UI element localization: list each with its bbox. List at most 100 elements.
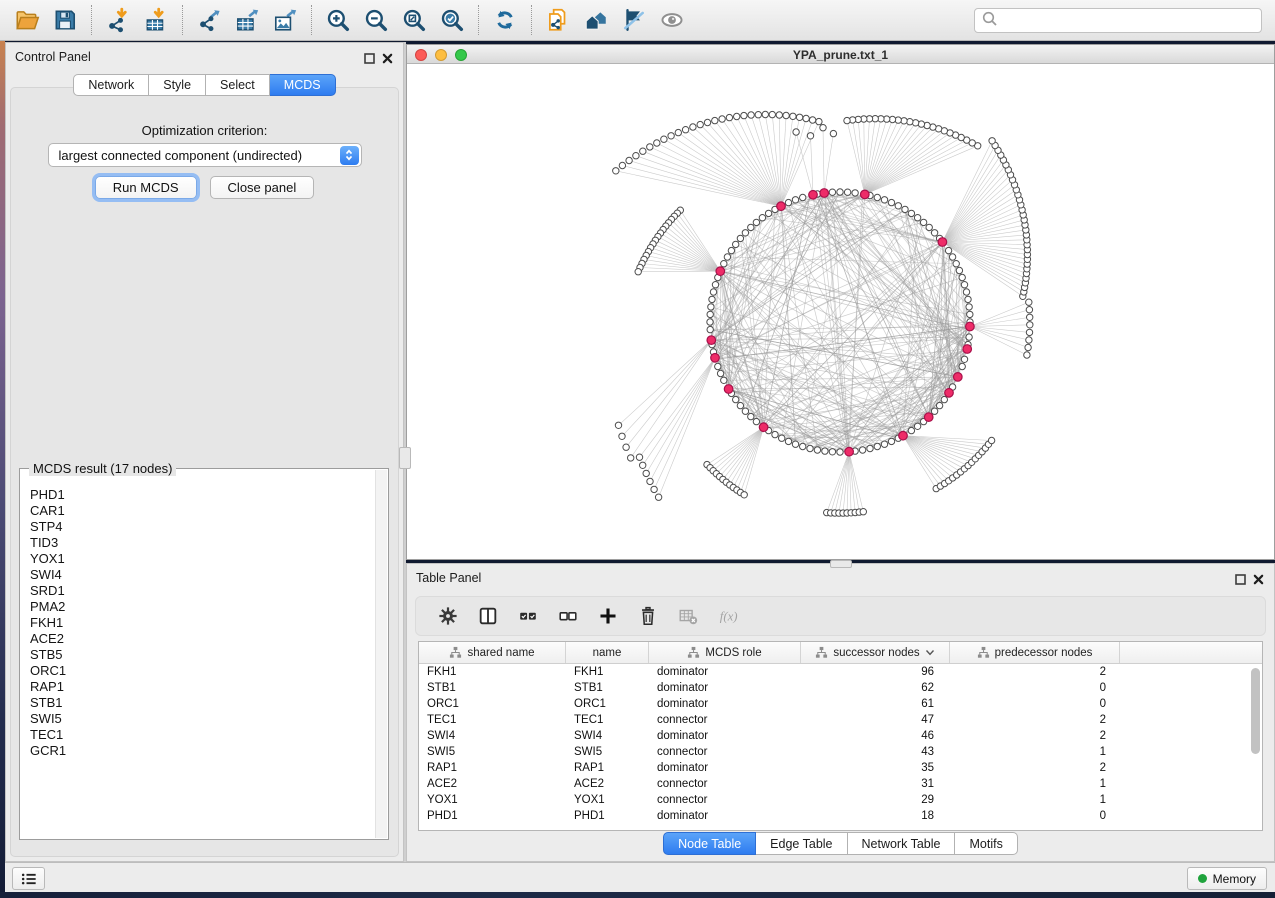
- settings-button[interactable]: [436, 604, 460, 628]
- network-node[interactable]: [1025, 344, 1031, 350]
- table-row[interactable]: ACE2ACE2connector311: [419, 776, 1262, 792]
- network-hub-node[interactable]: [759, 423, 768, 432]
- network-node[interactable]: [721, 261, 727, 267]
- column-header-shared-name[interactable]: shared name: [419, 642, 566, 663]
- network-hub-node[interactable]: [707, 336, 716, 345]
- network-node[interactable]: [785, 199, 791, 205]
- save-session-button[interactable]: [46, 3, 84, 37]
- export-network-button[interactable]: [190, 3, 228, 37]
- mcds-result-item[interactable]: TEC1: [30, 727, 372, 743]
- zoom-out-button[interactable]: [357, 3, 395, 37]
- network-node[interactable]: [619, 162, 625, 168]
- network-node[interactable]: [949, 254, 955, 260]
- network-node[interactable]: [655, 494, 661, 500]
- network-node[interactable]: [956, 267, 962, 273]
- network-node[interactable]: [895, 203, 901, 209]
- network-node[interactable]: [707, 311, 713, 317]
- network-node[interactable]: [1026, 337, 1032, 343]
- table-cell[interactable]: STB1: [419, 680, 566, 696]
- column-header-successor-nodes[interactable]: successor nodes: [801, 642, 950, 663]
- network-node[interactable]: [753, 219, 759, 225]
- network-node[interactable]: [707, 319, 713, 325]
- network-node[interactable]: [765, 210, 771, 216]
- mcds-result-item[interactable]: GCR1: [30, 743, 372, 759]
- mcds-result-item[interactable]: SRD1: [30, 583, 372, 599]
- network-node[interactable]: [800, 443, 806, 449]
- close-panel-icon[interactable]: [1253, 572, 1264, 590]
- network-node[interactable]: [628, 455, 634, 461]
- mcds-result-item[interactable]: YOX1: [30, 551, 372, 567]
- network-node[interactable]: [762, 111, 768, 117]
- table-cell[interactable]: connector: [649, 744, 801, 760]
- table-cell[interactable]: PHD1: [419, 808, 566, 824]
- network-node[interactable]: [941, 396, 947, 402]
- network-hub-node[interactable]: [899, 431, 908, 440]
- mcds-result-item[interactable]: TID3: [30, 535, 372, 551]
- table-cell[interactable]: 61: [801, 696, 950, 712]
- network-node[interactable]: [908, 210, 914, 216]
- network-node[interactable]: [741, 492, 747, 498]
- network-node[interactable]: [759, 215, 765, 221]
- network-node[interactable]: [926, 224, 932, 230]
- table-cell[interactable]: dominator: [649, 728, 801, 744]
- network-node[interactable]: [707, 326, 713, 332]
- mcds-result-item[interactable]: RAP1: [30, 679, 372, 695]
- network-node[interactable]: [914, 215, 920, 221]
- network-node[interactable]: [613, 168, 619, 174]
- network-node[interactable]: [908, 427, 914, 433]
- network-node[interactable]: [860, 509, 866, 515]
- network-node[interactable]: [715, 363, 721, 369]
- network-node[interactable]: [748, 112, 754, 118]
- network-hub-node[interactable]: [777, 202, 786, 211]
- table-cell[interactable]: ACE2: [566, 776, 649, 792]
- network-node[interactable]: [822, 448, 828, 454]
- network-hub-node[interactable]: [716, 267, 725, 276]
- network-node[interactable]: [844, 189, 850, 195]
- network-node[interactable]: [1027, 322, 1033, 328]
- table-row[interactable]: FKH1FKH1dominator962: [419, 664, 1262, 680]
- network-node[interactable]: [816, 118, 822, 124]
- network-node[interactable]: [636, 454, 642, 460]
- close-panel-icon[interactable]: [382, 51, 393, 69]
- table-row[interactable]: RAP1RAP1dominator352: [419, 760, 1262, 776]
- network-node[interactable]: [1026, 329, 1032, 335]
- table-cell[interactable]: SWI5: [419, 744, 566, 760]
- table-cell[interactable]: 0: [950, 680, 1120, 696]
- network-hub-node[interactable]: [938, 238, 947, 247]
- network-node[interactable]: [945, 247, 951, 253]
- table-cell[interactable]: dominator: [649, 696, 801, 712]
- network-node[interactable]: [989, 138, 995, 144]
- network-node[interactable]: [796, 114, 802, 120]
- network-node[interactable]: [626, 157, 632, 163]
- network-node[interactable]: [881, 441, 887, 447]
- tab-node-table[interactable]: Node Table: [663, 832, 756, 855]
- network-node[interactable]: [623, 444, 629, 450]
- table-row[interactable]: STB1STB1dominator620: [419, 680, 1262, 696]
- table-cell[interactable]: 35: [801, 760, 950, 776]
- network-node[interactable]: [920, 219, 926, 225]
- network-node[interactable]: [776, 112, 782, 118]
- network-node[interactable]: [748, 413, 754, 419]
- network-node[interactable]: [741, 112, 747, 118]
- update-view-button[interactable]: [486, 3, 524, 37]
- network-node[interactable]: [829, 449, 835, 455]
- network-node[interactable]: [721, 377, 727, 383]
- network-node[interactable]: [615, 422, 621, 428]
- network-node[interactable]: [640, 462, 646, 468]
- network-node[interactable]: [728, 247, 734, 253]
- network-node[interactable]: [661, 136, 667, 142]
- network-node[interactable]: [717, 370, 723, 376]
- delete-button[interactable]: [636, 604, 660, 628]
- network-node[interactable]: [988, 437, 994, 443]
- network-node[interactable]: [704, 119, 710, 125]
- network-node[interactable]: [888, 438, 894, 444]
- network-node[interactable]: [748, 224, 754, 230]
- table-cell[interactable]: RAP1: [419, 760, 566, 776]
- network-node[interactable]: [640, 148, 646, 154]
- network-hub-node[interactable]: [945, 389, 954, 398]
- network-node[interactable]: [710, 289, 716, 295]
- network-node[interactable]: [867, 445, 873, 451]
- table-cell[interactable]: 96: [801, 664, 950, 680]
- mcds-result-item[interactable]: STP4: [30, 519, 372, 535]
- tab-network-table[interactable]: Network Table: [848, 832, 956, 855]
